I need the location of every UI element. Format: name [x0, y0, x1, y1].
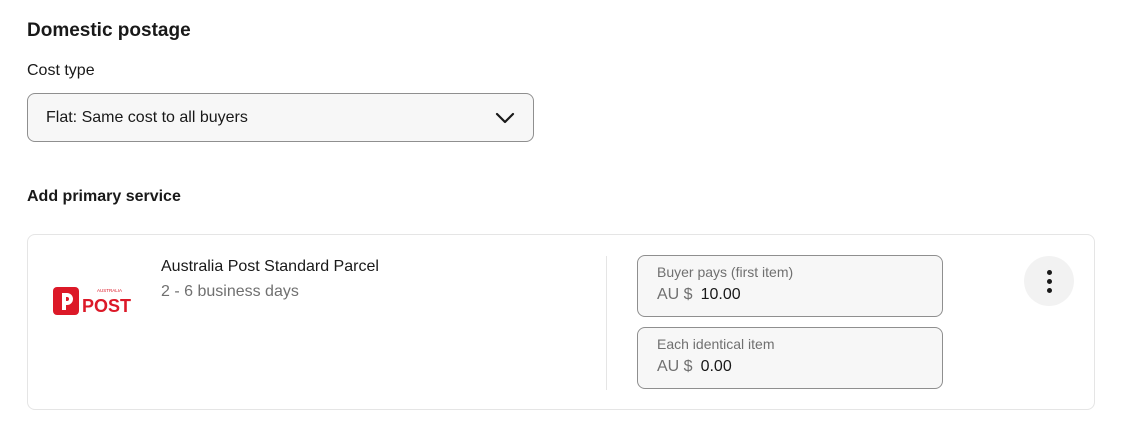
logo-small-text: AUSTRALIA [97, 288, 122, 293]
card-divider [606, 256, 607, 390]
more-options-button[interactable] [1024, 256, 1074, 306]
each-identical-input[interactable] [700, 358, 901, 376]
primary-service-title: Add primary service [27, 188, 181, 205]
more-vertical-icon [1046, 269, 1052, 293]
cost-type-select[interactable]: Flat: Same cost to all buyers [27, 93, 534, 142]
delivery-time: 2 - 6 business days [161, 283, 299, 300]
buyer-pays-currency: AU $ [657, 286, 693, 303]
australia-post-logo: AUSTRALIA POST [53, 287, 131, 316]
buyer-pays-input[interactable] [700, 286, 901, 304]
chevron-down-icon [495, 112, 515, 123]
each-identical-field[interactable]: Each identical item AU $ [637, 327, 943, 389]
each-identical-label: Each identical item [657, 336, 775, 352]
cost-type-label: Cost type [27, 62, 95, 79]
domestic-postage-title: Domestic postage [27, 20, 191, 41]
service-name: Australia Post Standard Parcel [161, 258, 379, 275]
each-identical-currency: AU $ [657, 358, 693, 375]
buyer-pays-field[interactable]: Buyer pays (first item) AU $ [637, 255, 943, 317]
logo-text: POST [82, 296, 131, 316]
each-identical-row: AU $ [657, 358, 923, 376]
cost-type-value: Flat: Same cost to all buyers [46, 108, 248, 126]
buyer-pays-label: Buyer pays (first item) [657, 264, 794, 280]
service-card: AUSTRALIA POST Australia Post Standard P… [27, 234, 1095, 410]
buyer-pays-row: AU $ [657, 286, 923, 304]
